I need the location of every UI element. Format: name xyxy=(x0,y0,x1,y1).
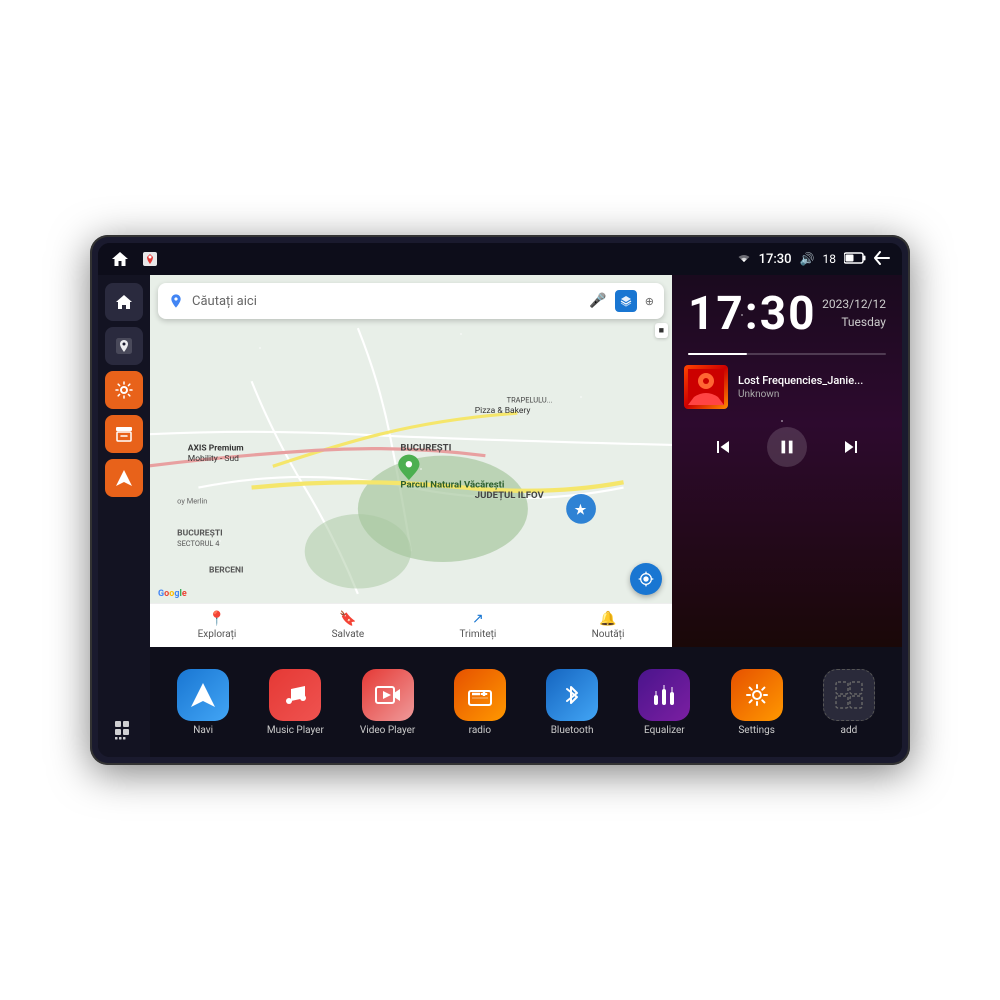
mic-icon[interactable]: 🎤 xyxy=(589,293,606,309)
app-item-radio[interactable]: radio xyxy=(437,669,523,736)
navi-icon xyxy=(177,669,229,721)
map-bottom-nav: 📍 Explorați 🔖 Salvate ↗ Trimiteți xyxy=(150,603,672,647)
music-controls xyxy=(672,419,902,479)
center-area: AXIS Premium Mobility - Sud Pizza & Bake… xyxy=(150,275,902,757)
sidebar-item-apps[interactable] xyxy=(105,711,143,749)
svg-text:SECTORUL 4: SECTORUL 4 xyxy=(177,539,220,548)
map-nav-saved[interactable]: 🔖 Salvate xyxy=(332,611,365,640)
map-icon[interactable] xyxy=(140,249,160,269)
music-artist: Unknown xyxy=(738,389,890,400)
music-info: Lost Frequencies_Janie... Unknown xyxy=(738,374,890,400)
radio-label: radio xyxy=(437,725,523,736)
svg-text:Mobility - Sud: Mobility - Sud xyxy=(188,454,239,464)
wifi-icon xyxy=(737,252,751,267)
clock-time: 17:30 xyxy=(688,291,817,337)
music-progress-bar[interactable] xyxy=(688,353,886,355)
layers-icon[interactable] xyxy=(615,290,637,312)
equalizer-icon xyxy=(638,669,690,721)
svg-text:JUDEȚUL ILFOV: JUDEȚUL ILFOV xyxy=(475,490,545,501)
add-icon xyxy=(823,669,875,721)
bluetooth-label: Bluetooth xyxy=(529,725,615,736)
app-item-video[interactable]: Video Player xyxy=(345,669,431,736)
settings-label: Settings xyxy=(714,725,800,736)
status-bar: 17:30 🔊 18 xyxy=(98,243,902,275)
map-nav-explore[interactable]: 📍 Explorați xyxy=(198,611,237,640)
app-item-settings[interactable]: Settings xyxy=(714,669,800,736)
app-grid: Navi Music Player xyxy=(150,647,902,757)
music-label: Music Player xyxy=(252,725,338,736)
screen: 17:30 🔊 18 xyxy=(98,243,902,757)
svg-text:Parcul Natural Văcărești: Parcul Natural Văcărești xyxy=(400,480,505,491)
status-left-icons xyxy=(110,249,160,269)
album-art-image xyxy=(684,365,728,409)
svg-text:Pizza & Bakery: Pizza & Bakery xyxy=(475,406,531,416)
map-area[interactable]: AXIS Premium Mobility - Sud Pizza & Bake… xyxy=(150,275,672,647)
clock-section: 17:30 2023/12/12 Tuesday xyxy=(672,275,902,353)
video-label: Video Player xyxy=(345,725,431,736)
bluetooth-icon xyxy=(546,669,598,721)
music-title: Lost Frequencies_Janie... xyxy=(738,374,890,387)
sidebar xyxy=(98,275,150,757)
music-section: Lost Frequencies_Janie... Unknown xyxy=(672,355,902,419)
back-icon[interactable] xyxy=(874,251,890,268)
svg-text:oy Merlin: oy Merlin xyxy=(177,497,207,506)
pause-button[interactable] xyxy=(767,427,807,467)
svg-text:AXIS Premium: AXIS Premium xyxy=(188,443,244,453)
home-icon[interactable] xyxy=(110,249,130,269)
google-maps-icon xyxy=(168,293,184,309)
sidebar-item-archive[interactable] xyxy=(105,415,143,453)
clock-day: Tuesday xyxy=(822,313,886,331)
sidebar-item-map[interactable] xyxy=(105,327,143,365)
status-right-info: 17:30 🔊 18 xyxy=(737,251,890,268)
app-item-add[interactable]: add xyxy=(806,669,892,736)
map-nav-news[interactable]: 🔔 Noutăți xyxy=(592,611,625,640)
settings-icon xyxy=(731,669,783,721)
app-item-bluetooth[interactable]: Bluetooth xyxy=(529,669,615,736)
battery-icon xyxy=(844,252,866,267)
right-panel: 17:30 2023/12/12 Tuesday xyxy=(672,275,902,647)
app-item-music[interactable]: Music Player xyxy=(252,669,338,736)
equalizer-label: Equalizer xyxy=(621,725,707,736)
app-item-navi[interactable]: Navi xyxy=(160,669,246,736)
device: 17:30 🔊 18 xyxy=(90,235,910,765)
svg-text:BUCUREȘTI: BUCUREȘTI xyxy=(177,528,222,538)
clock-date-value: 2023/12/12 xyxy=(822,295,886,313)
sidebar-item-settings[interactable] xyxy=(105,371,143,409)
music-progress-fill xyxy=(688,353,747,355)
zoom-controls: ⊕ xyxy=(645,295,654,308)
sidebar-item-home[interactable] xyxy=(105,283,143,321)
map-zoom-level: ■ xyxy=(655,323,668,338)
top-section: AXIS Premium Mobility - Sud Pizza & Bake… xyxy=(150,275,902,647)
map-background: AXIS Premium Mobility - Sud Pizza & Bake… xyxy=(150,275,672,647)
next-button[interactable] xyxy=(833,429,869,465)
status-time: 17:30 xyxy=(759,252,792,267)
navi-label: Navi xyxy=(160,725,246,736)
video-icon xyxy=(362,669,414,721)
map-search-placeholder: Căutați aici xyxy=(192,294,581,309)
clock-date: 2023/12/12 Tuesday xyxy=(822,295,886,331)
app-item-equalizer[interactable]: Equalizer xyxy=(621,669,707,736)
main-content: AXIS Premium Mobility - Sud Pizza & Bake… xyxy=(98,275,902,757)
radio-icon xyxy=(454,669,506,721)
music-icon xyxy=(269,669,321,721)
volume-icon: 🔊 xyxy=(800,252,815,266)
svg-text:★: ★ xyxy=(575,503,587,518)
map-location-button[interactable] xyxy=(630,563,662,595)
map-search-bar[interactable]: Căutați aici 🎤 ⊕ xyxy=(158,283,664,319)
google-logo: Google xyxy=(158,589,187,599)
add-label: add xyxy=(806,725,892,736)
svg-text:TRAPELULU...: TRAPELULU... xyxy=(507,396,553,405)
sidebar-item-navigation[interactable] xyxy=(105,459,143,497)
svg-text:BUCUREȘTI: BUCUREȘTI xyxy=(400,442,451,453)
album-art xyxy=(684,365,728,409)
svg-text:BERCENI: BERCENI xyxy=(209,566,243,576)
prev-button[interactable] xyxy=(705,429,741,465)
battery-level: 18 xyxy=(823,252,837,266)
map-nav-share[interactable]: ↗ Trimiteți xyxy=(459,611,496,640)
